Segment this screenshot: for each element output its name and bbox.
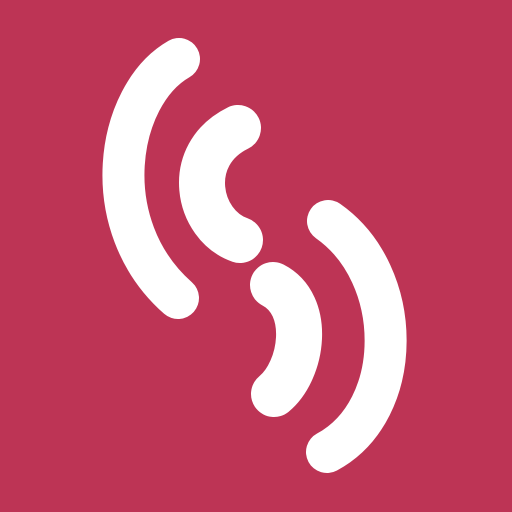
- outer-wave-lower-right: [306, 200, 407, 473]
- inner-wave-lower-right: [250, 262, 323, 417]
- outer-wave-upper-left: [102, 38, 200, 319]
- inner-wave-upper-left: [179, 105, 263, 263]
- signal-waves-logo-icon: [102, 38, 407, 473]
- app-icon-canvas: [0, 0, 512, 512]
